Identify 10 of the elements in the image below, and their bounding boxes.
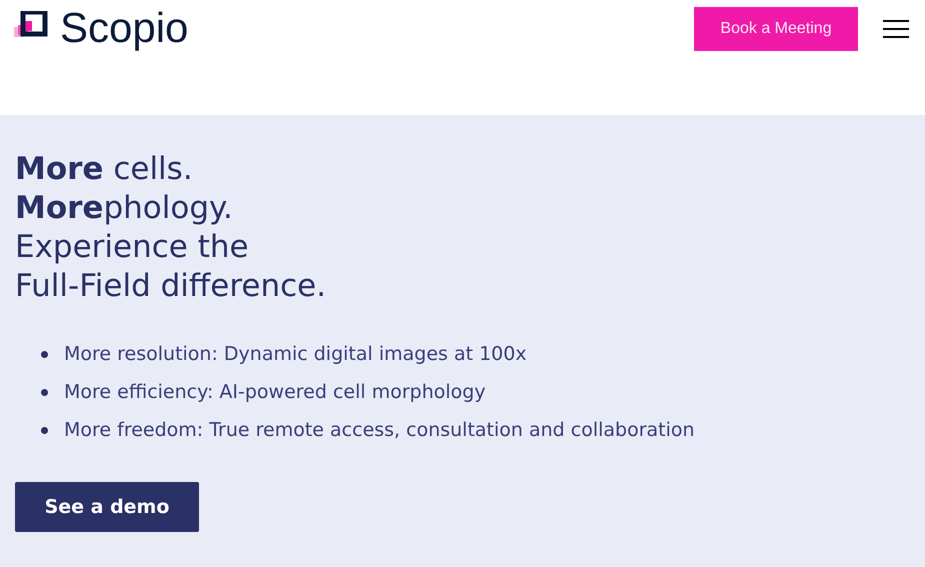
bullet-icon (41, 426, 48, 434)
menu-icon[interactable] (883, 19, 909, 39)
logo-text[interactable]: Scopio (60, 6, 188, 50)
see-demo-button[interactable]: See a demo (15, 482, 199, 532)
bullet-icon (41, 350, 48, 358)
hero-heading: More cells. Morephology. Experience the Full-Field difference. (15, 150, 328, 306)
bullet-icon (41, 388, 48, 396)
bullet-text: More resolution: Dynamic digital images at 100x (64, 342, 527, 366)
bullet-text: More efficiency: AI-powered cell morphology (64, 380, 486, 404)
bullet-text: More freedom: True remote access, consultation and collaboration (64, 418, 695, 442)
